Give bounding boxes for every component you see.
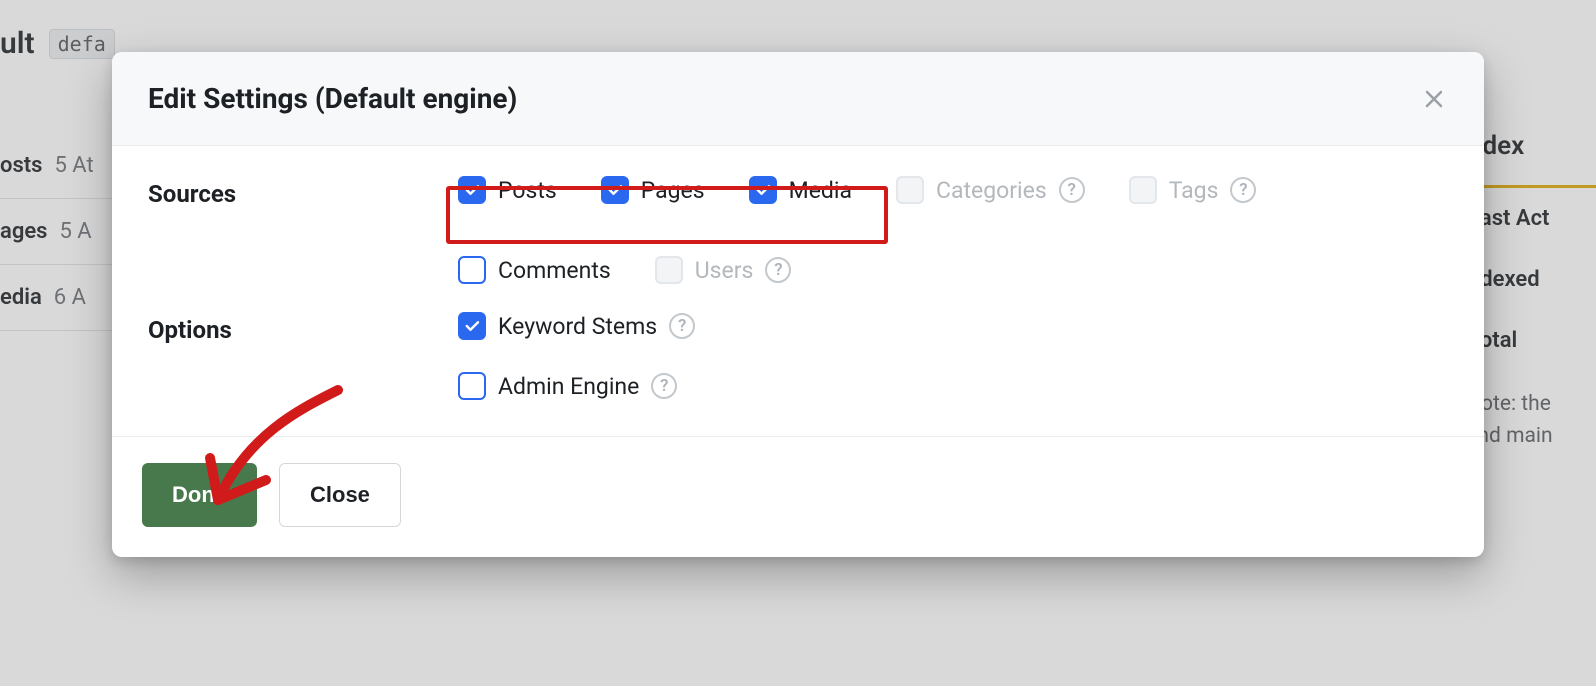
- option-admin-engine[interactable]: Admin Engine ?: [458, 372, 1448, 400]
- source-label: Categories: [936, 177, 1047, 204]
- checkbox-icon: [655, 256, 683, 284]
- bg-row-label: ages: [0, 219, 59, 244]
- bg-note-line: Note: the: [1466, 389, 1596, 421]
- modal-footer: Done Close: [112, 436, 1484, 557]
- bg-last-action: Last Act: [1466, 188, 1596, 249]
- bg-row-meta: 5 At: [54, 153, 93, 178]
- bg-row-label: edia: [0, 285, 54, 310]
- bg-row-meta: 6 A: [54, 285, 86, 310]
- source-posts[interactable]: Posts: [458, 176, 557, 204]
- source-tags: Tags ?: [1129, 176, 1257, 204]
- modal-title: Edit Settings (Default engine): [148, 82, 517, 115]
- help-icon[interactable]: ?: [765, 257, 791, 283]
- checkbox-icon: [458, 312, 486, 340]
- help-icon[interactable]: ?: [669, 313, 695, 339]
- help-icon[interactable]: ?: [651, 373, 677, 399]
- checkbox-icon: [458, 256, 486, 284]
- bg-index-label: ndex: [1466, 131, 1596, 161]
- modal-body: Sources Posts Pages: [112, 146, 1484, 436]
- source-label: Tags: [1169, 177, 1219, 204]
- source-users: Users ?: [655, 256, 792, 284]
- source-label: Posts: [498, 177, 557, 204]
- checkbox-icon: [749, 176, 777, 204]
- source-comments[interactable]: Comments: [458, 256, 611, 284]
- source-categories: Categories ?: [896, 176, 1085, 204]
- bg-slug-fragment: defa: [49, 29, 115, 59]
- sources-row: Sources Posts Pages: [148, 176, 1448, 284]
- bg-row-label: osts: [0, 153, 54, 178]
- source-label: Users: [695, 257, 754, 284]
- option-label: Admin Engine: [498, 373, 639, 400]
- checkbox-icon: [1129, 176, 1157, 204]
- bg-title-fragment: ult: [0, 26, 35, 61]
- modal-header: Edit Settings (Default engine): [112, 52, 1484, 146]
- help-icon[interactable]: ?: [1059, 177, 1085, 203]
- sources-label: Sources: [148, 176, 458, 284]
- help-icon[interactable]: ?: [1230, 177, 1256, 203]
- options-content: Keyword Stems ? Admin Engine ?: [458, 312, 1448, 400]
- close-button[interactable]: Close: [279, 463, 401, 527]
- bg-total: Total: [1466, 310, 1596, 371]
- bg-indexed: ndexed: [1466, 249, 1596, 310]
- options-row: Options Keyword Stems ? Admin Engine ?: [148, 312, 1448, 400]
- source-label: Comments: [498, 257, 611, 284]
- close-icon[interactable]: [1420, 85, 1448, 113]
- option-keyword-stems[interactable]: Keyword Stems ?: [458, 312, 1448, 340]
- bg-note-line: and main: [1466, 421, 1596, 453]
- bg-right-col: ndex Last Act ndexed Total Note: the and…: [1466, 0, 1596, 686]
- source-label: Pages: [641, 177, 705, 204]
- source-pages[interactable]: Pages: [601, 176, 705, 204]
- option-label: Keyword Stems: [498, 313, 657, 340]
- edit-settings-modal: Edit Settings (Default engine) Sources P…: [112, 52, 1484, 557]
- options-label: Options: [148, 312, 458, 400]
- source-media[interactable]: Media: [749, 176, 852, 204]
- bg-row-meta: 5 A: [59, 219, 91, 244]
- sources-content: Posts Pages Media Categories: [458, 176, 1448, 284]
- checkbox-icon: [458, 372, 486, 400]
- checkbox-icon: [458, 176, 486, 204]
- done-button[interactable]: Done: [142, 463, 257, 527]
- checkbox-icon: [601, 176, 629, 204]
- source-label: Media: [789, 177, 852, 204]
- checkbox-icon: [896, 176, 924, 204]
